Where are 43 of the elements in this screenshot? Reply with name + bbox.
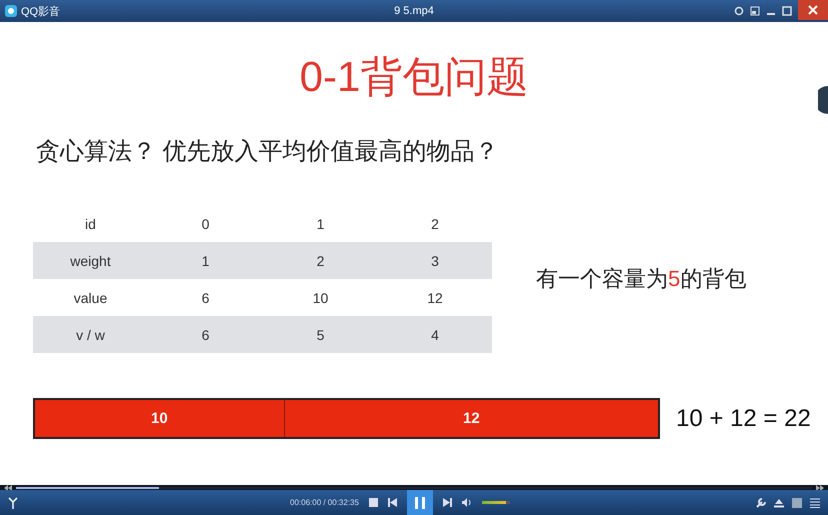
playback-time: 00:06:00 / 00:32:35: [290, 498, 359, 507]
table-cell-text: 12: [426, 290, 444, 306]
equation: 10 + 12 = 22: [676, 404, 811, 432]
volume-icon[interactable]: [462, 498, 472, 507]
previous-icon[interactable]: [388, 498, 397, 507]
mini-mode-icon[interactable]: [750, 6, 760, 16]
table-cell-text: weight: [69, 252, 112, 268]
table-cell-text: 4: [430, 326, 440, 342]
table-cell-text: 0: [200, 216, 210, 232]
bag-segment: 10: [35, 400, 284, 437]
window-title: 9 5.mp4: [394, 5, 434, 17]
wrench-icon[interactable]: [756, 498, 766, 508]
table-cell-text: 2: [430, 216, 440, 232]
bag-segment: 12: [284, 400, 658, 437]
table-cell-text: 6: [200, 326, 210, 342]
stop-icon[interactable]: [368, 498, 378, 507]
close-icon[interactable]: [798, 0, 828, 20]
maximize-icon[interactable]: [782, 6, 792, 16]
app-logo-icon: [4, 4, 18, 18]
table-cell-text: 1: [316, 216, 326, 232]
table-cell-text: value: [72, 290, 108, 306]
table-cell-text: 6: [200, 290, 210, 306]
play-pause-button[interactable]: [406, 490, 433, 515]
table-cell-text: 1: [200, 252, 210, 268]
list-icon[interactable]: [810, 498, 820, 508]
volume-slider[interactable]: [482, 501, 510, 504]
capacity-note: 有一个容量为5的背包: [536, 265, 746, 293]
next-icon[interactable]: [442, 498, 452, 507]
antenna-icon[interactable]: [8, 496, 18, 508]
table-cell-text: id: [84, 216, 97, 232]
side-panel-icon[interactable]: [818, 86, 828, 114]
table-cell-text: 5: [316, 326, 326, 342]
table-cell-text: v / w: [75, 326, 106, 342]
slide-title: 0-1背包问题: [300, 52, 528, 102]
eject-icon[interactable]: [774, 498, 784, 508]
pin-icon[interactable]: [734, 6, 744, 16]
table-cell-text: 10: [312, 290, 330, 306]
pause-icon: [414, 496, 425, 508]
square-icon[interactable]: [792, 498, 802, 508]
table-cell-text: 2: [316, 252, 326, 268]
app-name: QQ影音: [21, 4, 60, 18]
slide-subtitle: 贪心算法？ 优先放入平均价值最高的物品？: [36, 137, 500, 167]
table-cell-text: 3: [430, 252, 440, 268]
